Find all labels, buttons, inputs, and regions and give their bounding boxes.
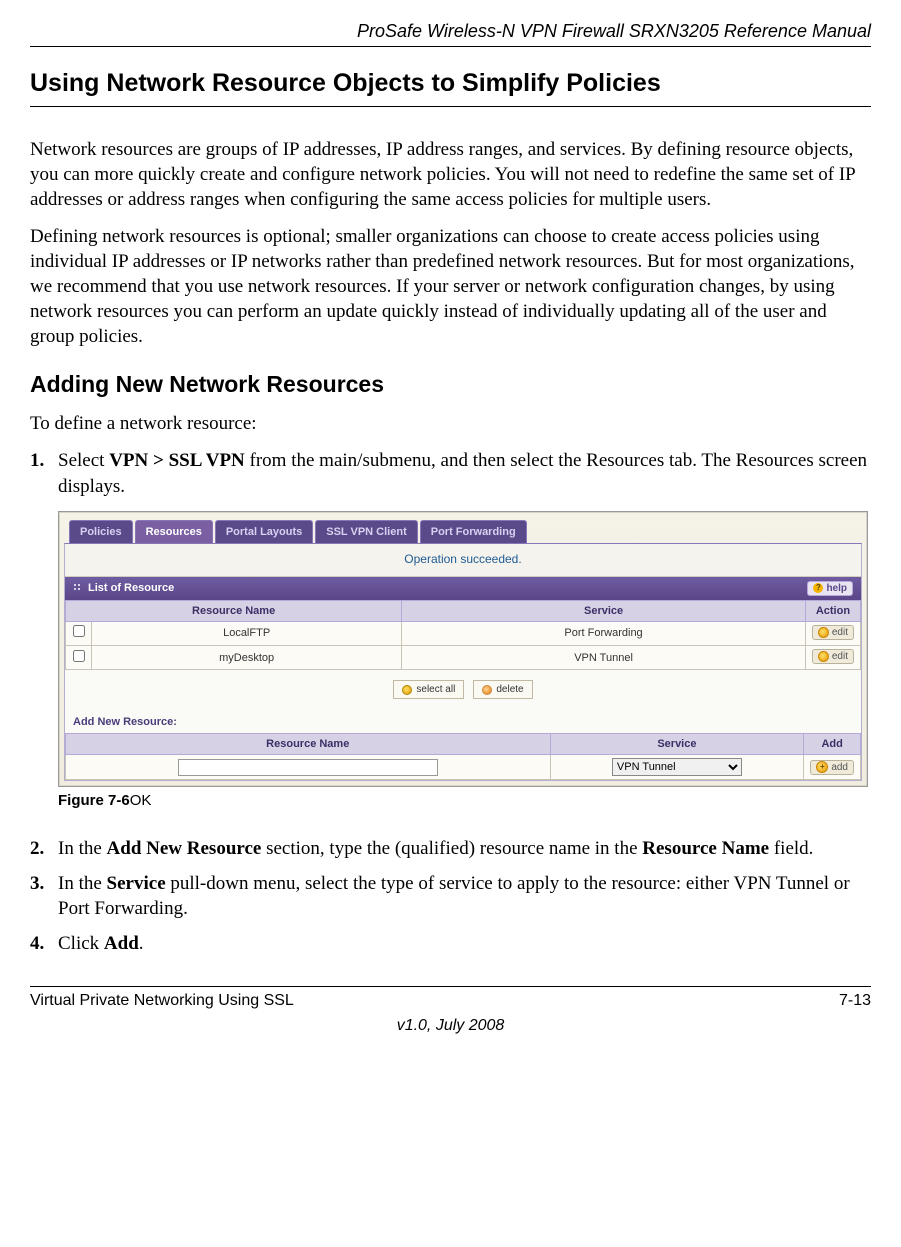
delete-icon <box>482 685 492 695</box>
doc-header-title: ProSafe Wireless-N VPN Firewall SRXN3205… <box>30 20 871 47</box>
paragraph-1: Network resources are groups of IP addre… <box>30 137 871 212</box>
table-actions: select all delete <box>65 670 861 709</box>
page-footer: Virtual Private Networking Using SSL 7-1… <box>30 986 871 1037</box>
service-select[interactable]: VPN Tunnel Port Forwarding <box>612 758 742 776</box>
step2-bold1: Add New Resource <box>107 838 262 859</box>
step-intro: To define a network resource: <box>30 411 871 436</box>
add-new-resource-title: Add New Resource: <box>65 709 861 732</box>
step1-bold: VPN > SSL VPN <box>109 450 245 471</box>
resource-name-input[interactable] <box>178 759 438 776</box>
heading-main: Using Network Resource Objects to Simpli… <box>30 67 871 107</box>
row-checkbox[interactable] <box>73 625 85 637</box>
step4-bold: Add <box>104 933 139 954</box>
th-add: Add <box>804 733 861 754</box>
inner-panel: Operation succeeded. List of Resource he… <box>64 543 862 781</box>
step-number: 3. <box>30 871 58 921</box>
step-1: 1. Select VPN > SSL VPN from the main/su… <box>30 448 871 498</box>
tab-portal-layouts[interactable]: Portal Layouts <box>215 520 313 543</box>
help-button[interactable]: help <box>807 581 853 596</box>
figure-label: Figure 7-6 <box>58 792 130 809</box>
cell-service: VPN Tunnel <box>402 646 806 670</box>
step2-mid: section, type the (qualified) resource n… <box>261 838 642 859</box>
step-number: 2. <box>30 836 58 861</box>
footer-page-number: 7-13 <box>839 991 871 1012</box>
list-of-resource-header: List of Resource help <box>65 577 861 600</box>
cell-resource-name: myDesktop <box>92 646 402 670</box>
paragraph-2: Defining network resources is optional; … <box>30 224 871 349</box>
step4-pre: Click <box>58 933 104 954</box>
step3-pre: In the <box>58 873 107 894</box>
step2-post: field. <box>769 838 813 859</box>
step4-post: . <box>139 933 144 954</box>
step-3: 3. In the Service pull-down menu, select… <box>30 871 871 921</box>
cell-resource-name: LocalFTP <box>92 621 402 645</box>
delete-button[interactable]: delete <box>473 680 532 699</box>
select-all-label: select all <box>416 683 455 696</box>
add-button[interactable]: add <box>810 760 854 775</box>
step1-pre: Select <box>58 450 109 471</box>
figure-ok: OK <box>130 792 152 809</box>
resources-screen: Policies Resources Portal Layouts SSL VP… <box>58 511 868 787</box>
check-icon <box>402 685 412 695</box>
footer-version: v1.0, July 2008 <box>30 1016 871 1037</box>
delete-label: delete <box>496 683 523 696</box>
row-checkbox[interactable] <box>73 650 85 662</box>
th-action: Action <box>805 600 860 621</box>
tab-port-forwarding[interactable]: Port Forwarding <box>420 520 527 543</box>
step3-post: pull-down menu, select the type of servi… <box>58 873 850 919</box>
footer-chapter: Virtual Private Networking Using SSL <box>30 991 294 1012</box>
select-all-button[interactable]: select all <box>393 680 464 699</box>
step-number: 4. <box>30 931 58 956</box>
step-4: 4. Click Add. <box>30 931 871 956</box>
figure-7-6: Policies Resources Portal Layouts SSL VP… <box>58 511 871 811</box>
th-add-service: Service <box>550 733 804 754</box>
table-row: LocalFTP Port Forwarding edit <box>66 621 861 645</box>
step2-bold2: Resource Name <box>642 838 769 859</box>
resource-table: Resource Name Service Action LocalFTP Po… <box>65 600 861 671</box>
add-resource-table: Resource Name Service Add VPN Tunnel Por… <box>65 733 861 780</box>
tab-resources[interactable]: Resources <box>135 520 213 543</box>
edit-button[interactable]: edit <box>812 625 854 640</box>
th-service: Service <box>402 600 806 621</box>
th-add-resource-name: Resource Name <box>66 733 551 754</box>
th-resource-name: Resource Name <box>66 600 402 621</box>
step-number: 1. <box>30 448 58 498</box>
table-row: myDesktop VPN Tunnel edit <box>66 646 861 670</box>
figure-caption: Figure 7-6OK <box>58 791 871 811</box>
step3-bold: Service <box>107 873 166 894</box>
edit-button[interactable]: edit <box>812 649 854 664</box>
tab-ssl-vpn-client[interactable]: SSL VPN Client <box>315 520 417 543</box>
step2-pre: In the <box>58 838 107 859</box>
tab-policies[interactable]: Policies <box>69 520 133 543</box>
add-row: VPN Tunnel Port Forwarding add <box>66 755 861 780</box>
tab-bar: Policies Resources Portal Layouts SSL VP… <box>64 517 862 543</box>
grip-icon <box>73 583 83 593</box>
heading-sub: Adding New Network Resources <box>30 370 871 400</box>
status-message: Operation succeeded. <box>65 544 861 577</box>
list-title: List of Resource <box>88 581 174 595</box>
cell-service: Port Forwarding <box>402 621 806 645</box>
step-2: 2. In the Add New Resource section, type… <box>30 836 871 861</box>
